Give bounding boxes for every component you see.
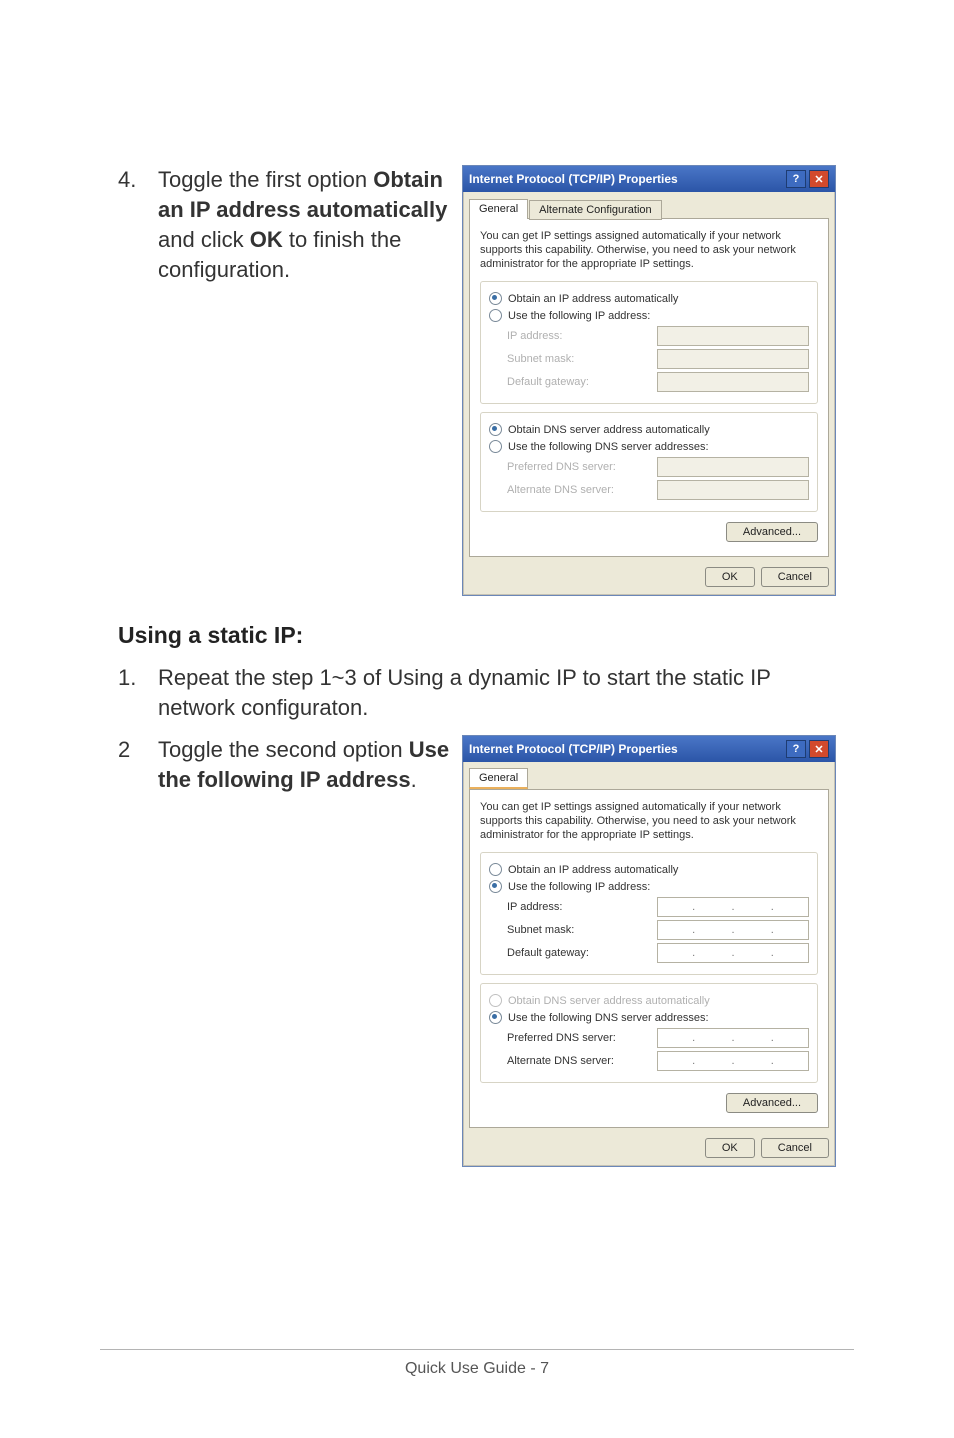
tab-general[interactable]: General: [469, 199, 528, 219]
label-obtain-ip-auto: Obtain an IP address automatically: [508, 293, 678, 305]
cancel-button[interactable]: Cancel: [761, 567, 829, 587]
label-default-gateway: Default gateway:: [507, 947, 657, 959]
dialog-title: Internet Protocol (TCP/IP) Properties: [469, 742, 678, 756]
tab-strip: General Alternate Configuration: [469, 198, 829, 218]
preferred-dns-field: [657, 457, 809, 477]
radio-use-following-ip[interactable]: [489, 309, 502, 322]
radio-obtain-dns-auto[interactable]: [489, 423, 502, 436]
radio-use-following-dns[interactable]: [489, 1011, 502, 1024]
label-use-following-dns: Use the following DNS server addresses:: [508, 1012, 709, 1024]
titlebar: Internet Protocol (TCP/IP) Properties ? …: [463, 166, 835, 192]
radio-use-following-dns[interactable]: [489, 440, 502, 453]
default-gateway-field[interactable]: ...: [657, 943, 809, 963]
dialog-title: Internet Protocol (TCP/IP) Properties: [469, 172, 678, 186]
label-default-gateway: Default gateway:: [507, 376, 657, 388]
step4-text: Toggle the first option Obtain an IP add…: [158, 165, 458, 285]
step-number: 2: [118, 735, 158, 765]
subnet-mask-field[interactable]: ...: [657, 920, 809, 940]
label-ip-address: IP address:: [507, 330, 657, 342]
tab-general[interactable]: General: [469, 768, 528, 789]
ip-address-field: [657, 326, 809, 346]
label-use-following-ip: Use the following IP address:: [508, 881, 650, 893]
label-obtain-dns-auto: Obtain DNS server address automatically: [508, 424, 710, 436]
dialog-description: You can get IP settings assigned automat…: [480, 800, 818, 842]
label-subnet-mask: Subnet mask:: [507, 353, 657, 365]
label-alternate-dns: Alternate DNS server:: [507, 484, 657, 496]
titlebar: Internet Protocol (TCP/IP) Properties ? …: [463, 736, 835, 762]
radio-obtain-ip-auto[interactable]: [489, 863, 502, 876]
label-preferred-dns: Preferred DNS server:: [507, 461, 657, 473]
label-use-following-dns: Use the following DNS server addresses:: [508, 441, 709, 453]
step4-mid: and click: [158, 227, 250, 252]
label-subnet-mask: Subnet mask:: [507, 924, 657, 936]
preferred-dns-field[interactable]: ...: [657, 1028, 809, 1048]
ok-button[interactable]: OK: [705, 567, 755, 587]
step-number: 4.: [118, 165, 158, 195]
tab-alternate-config[interactable]: Alternate Configuration: [529, 200, 662, 220]
dialog-panel: You can get IP settings assigned automat…: [469, 218, 829, 557]
radio-obtain-ip-auto[interactable]: [489, 292, 502, 305]
heading-static-ip: Using a static IP:: [118, 622, 836, 649]
cancel-button[interactable]: Cancel: [761, 1138, 829, 1158]
alternate-dns-field[interactable]: ...: [657, 1051, 809, 1071]
default-gateway-field: [657, 372, 809, 392]
label-obtain-ip-auto: Obtain an IP address automatically: [508, 864, 678, 876]
help-icon[interactable]: ?: [786, 740, 806, 758]
advanced-button[interactable]: Advanced...: [726, 1093, 818, 1113]
label-use-following-ip: Use the following IP address:: [508, 310, 650, 322]
label-preferred-dns: Preferred DNS server:: [507, 1032, 657, 1044]
advanced-button[interactable]: Advanced...: [726, 522, 818, 542]
ok-button[interactable]: OK: [705, 1138, 755, 1158]
radio-obtain-dns-auto: [489, 994, 502, 1007]
ip-address-field[interactable]: ...: [657, 897, 809, 917]
step2-after: .: [411, 767, 417, 792]
page-footer: Quick Use Guide - 7: [100, 1349, 854, 1378]
tcpip-dialog-b: Internet Protocol (TCP/IP) Properties ? …: [462, 735, 836, 1167]
step4-bold2: OK: [250, 227, 283, 252]
ip-group: Obtain an IP address automatically Use t…: [480, 281, 818, 404]
step1-text: Repeat the step 1~3 of Using a dynamic I…: [158, 663, 836, 723]
step2-text: Toggle the second option Use the followi…: [158, 735, 458, 795]
dialog-panel: You can get IP settings assigned automat…: [469, 789, 829, 1128]
step-number: 1.: [118, 663, 158, 693]
step4-pre: Toggle the first option: [158, 167, 373, 192]
dns-group: Obtain DNS server address automatically …: [480, 983, 818, 1083]
help-icon[interactable]: ?: [786, 170, 806, 188]
tab-strip: General: [469, 768, 829, 789]
label-obtain-dns-auto: Obtain DNS server address automatically: [508, 995, 710, 1007]
close-icon[interactable]: ✕: [809, 170, 829, 188]
step2-pre: Toggle the second option: [158, 737, 409, 762]
ip-group: Obtain an IP address automatically Use t…: [480, 852, 818, 975]
subnet-mask-field: [657, 349, 809, 369]
radio-use-following-ip[interactable]: [489, 880, 502, 893]
dialog-description: You can get IP settings assigned automat…: [480, 229, 818, 271]
alternate-dns-field: [657, 480, 809, 500]
tcpip-dialog-a: Internet Protocol (TCP/IP) Properties ? …: [462, 165, 836, 596]
label-ip-address: IP address:: [507, 901, 657, 913]
dns-group: Obtain DNS server address automatically …: [480, 412, 818, 512]
label-alternate-dns: Alternate DNS server:: [507, 1055, 657, 1067]
close-icon[interactable]: ✕: [809, 740, 829, 758]
